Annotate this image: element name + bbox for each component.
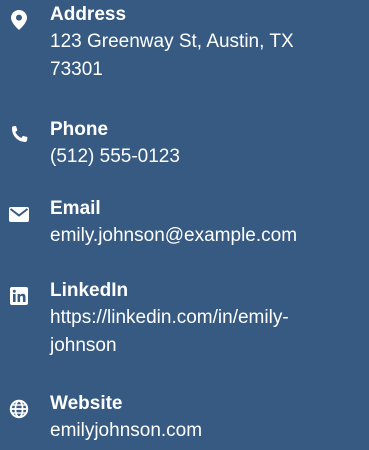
address-value: 123 Greenway St, Austin, TX 73301 bbox=[50, 28, 369, 84]
map-pin-icon bbox=[8, 9, 30, 31]
linkedin-line-1: https://linkedin.com/in/emily- bbox=[50, 307, 289, 328]
address-line-2: 73301 bbox=[50, 59, 103, 80]
linkedin-value: https://linkedin.com/in/emily- johnson bbox=[50, 304, 369, 360]
address-label: Address bbox=[50, 4, 127, 25]
email-line-1: emily.johnson@example.com bbox=[50, 225, 298, 246]
contact-info-list: Address 123 Greenway St, Austin, TX 7330… bbox=[0, 0, 369, 450]
website-label: Website bbox=[50, 393, 123, 414]
envelope-icon bbox=[8, 203, 30, 225]
email-value: emily.johnson@example.com bbox=[50, 222, 369, 250]
email-label: Email bbox=[50, 198, 101, 219]
linkedin-line-2: johnson bbox=[50, 335, 117, 356]
linkedin-label: LinkedIn bbox=[50, 280, 129, 301]
website-line-1: emilyjohnson.com bbox=[50, 420, 203, 441]
address-line-1: 123 Greenway St, Austin, TX bbox=[50, 31, 294, 52]
website-value: emilyjohnson.com bbox=[50, 417, 369, 445]
phone-label: Phone bbox=[50, 119, 109, 140]
phone-line-1: (512) 555-0123 bbox=[50, 146, 180, 167]
phone-icon bbox=[8, 124, 30, 146]
phone-value: (512) 555-0123 bbox=[50, 143, 369, 171]
linkedin-icon bbox=[8, 285, 30, 307]
globe-icon bbox=[8, 398, 30, 420]
